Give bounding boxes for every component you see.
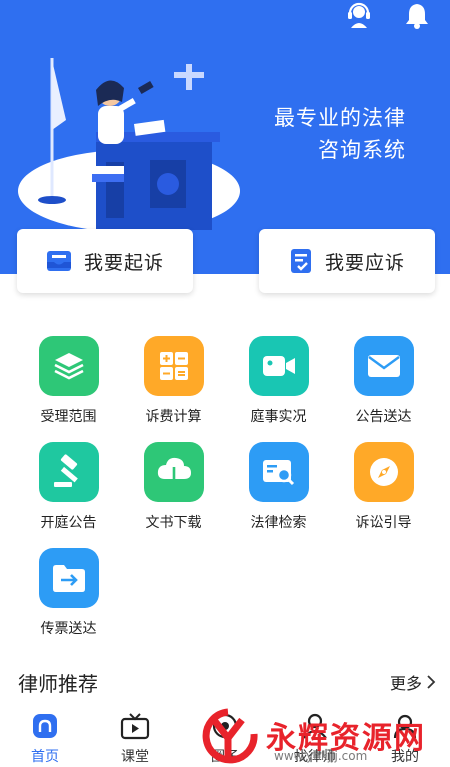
feature-label: 法律检索 <box>250 515 307 531</box>
feature-notice-delivery[interactable]: 公告送达 <box>331 336 436 426</box>
compass-icon <box>353 442 414 502</box>
tab-classroom[interactable]: 课堂 <box>90 704 180 767</box>
feature-acceptance-scope[interactable]: 受理范围 <box>16 336 121 426</box>
sue-button-label: 我要起诉 <box>83 251 164 274</box>
feature-litigation-guide[interactable]: 诉讼引导 <box>331 442 436 532</box>
slogan-line-2: 咨询系统 <box>318 138 406 162</box>
respond-button[interactable]: 我要应诉 <box>259 229 435 293</box>
feature-label: 诉费计算 <box>145 409 202 425</box>
lawyer-illustration <box>38 58 220 230</box>
inbox-icon <box>46 251 71 271</box>
tab-home[interactable]: 首页 <box>0 704 90 767</box>
feature-label: 传票送达 <box>40 621 97 637</box>
tab-label: 首页 <box>31 749 59 765</box>
folder-arrow-icon <box>38 548 99 608</box>
home-icon <box>33 714 57 738</box>
video-icon <box>248 336 309 396</box>
feature-law-search[interactable]: 法律检索 <box>226 442 331 532</box>
slogan-line-1: 最专业的法律 <box>274 106 406 130</box>
feature-fee-calc[interactable]: 诉费计算 <box>121 336 226 426</box>
feature-label: 庭事实况 <box>250 409 307 425</box>
headset-icon[interactable] <box>344 0 374 30</box>
layers-icon <box>38 336 99 396</box>
hero-slogan: 最专业的法律 咨询系统 <box>274 102 406 166</box>
feature-summons-delivery[interactable]: 传票送达 <box>16 548 121 638</box>
clipboard-check-icon <box>290 249 311 273</box>
feature-live-court[interactable]: 庭事实况 <box>226 336 331 426</box>
feature-label: 受理范围 <box>40 409 97 425</box>
feature-hearing-notice[interactable]: 开庭公告 <box>16 442 121 532</box>
more-label: 更多 <box>389 674 422 693</box>
lawyer-recommend-title: 律师推荐 <box>18 672 98 696</box>
feature-label: 诉讼引导 <box>355 515 412 531</box>
tv-icon <box>120 713 150 740</box>
mail-icon <box>353 336 414 396</box>
respond-button-label: 我要应诉 <box>324 251 405 274</box>
sue-button[interactable]: 我要起诉 <box>17 229 193 293</box>
feature-label: 文书下载 <box>145 515 202 531</box>
cloud-download-icon <box>143 442 204 502</box>
watermark-logo-icon <box>202 708 258 764</box>
hero-toolbar <box>344 0 432 30</box>
tab-label: 课堂 <box>121 749 149 765</box>
chevron-right-icon <box>427 675 436 689</box>
site-watermark: 永辉资源网 www.yhkjjj.com <box>196 703 436 767</box>
calculator-icon <box>143 336 204 396</box>
feature-label: 公告送达 <box>355 409 412 425</box>
watermark-url: www.yhkjjj.com <box>274 749 368 763</box>
feature-doc-download[interactable]: 文书下载 <box>121 442 226 532</box>
search-doc-icon <box>248 442 309 502</box>
feature-label: 开庭公告 <box>40 515 97 531</box>
more-link[interactable]: 更多 <box>390 670 436 694</box>
gavel-icon <box>38 442 99 502</box>
bell-icon[interactable] <box>402 0 432 30</box>
